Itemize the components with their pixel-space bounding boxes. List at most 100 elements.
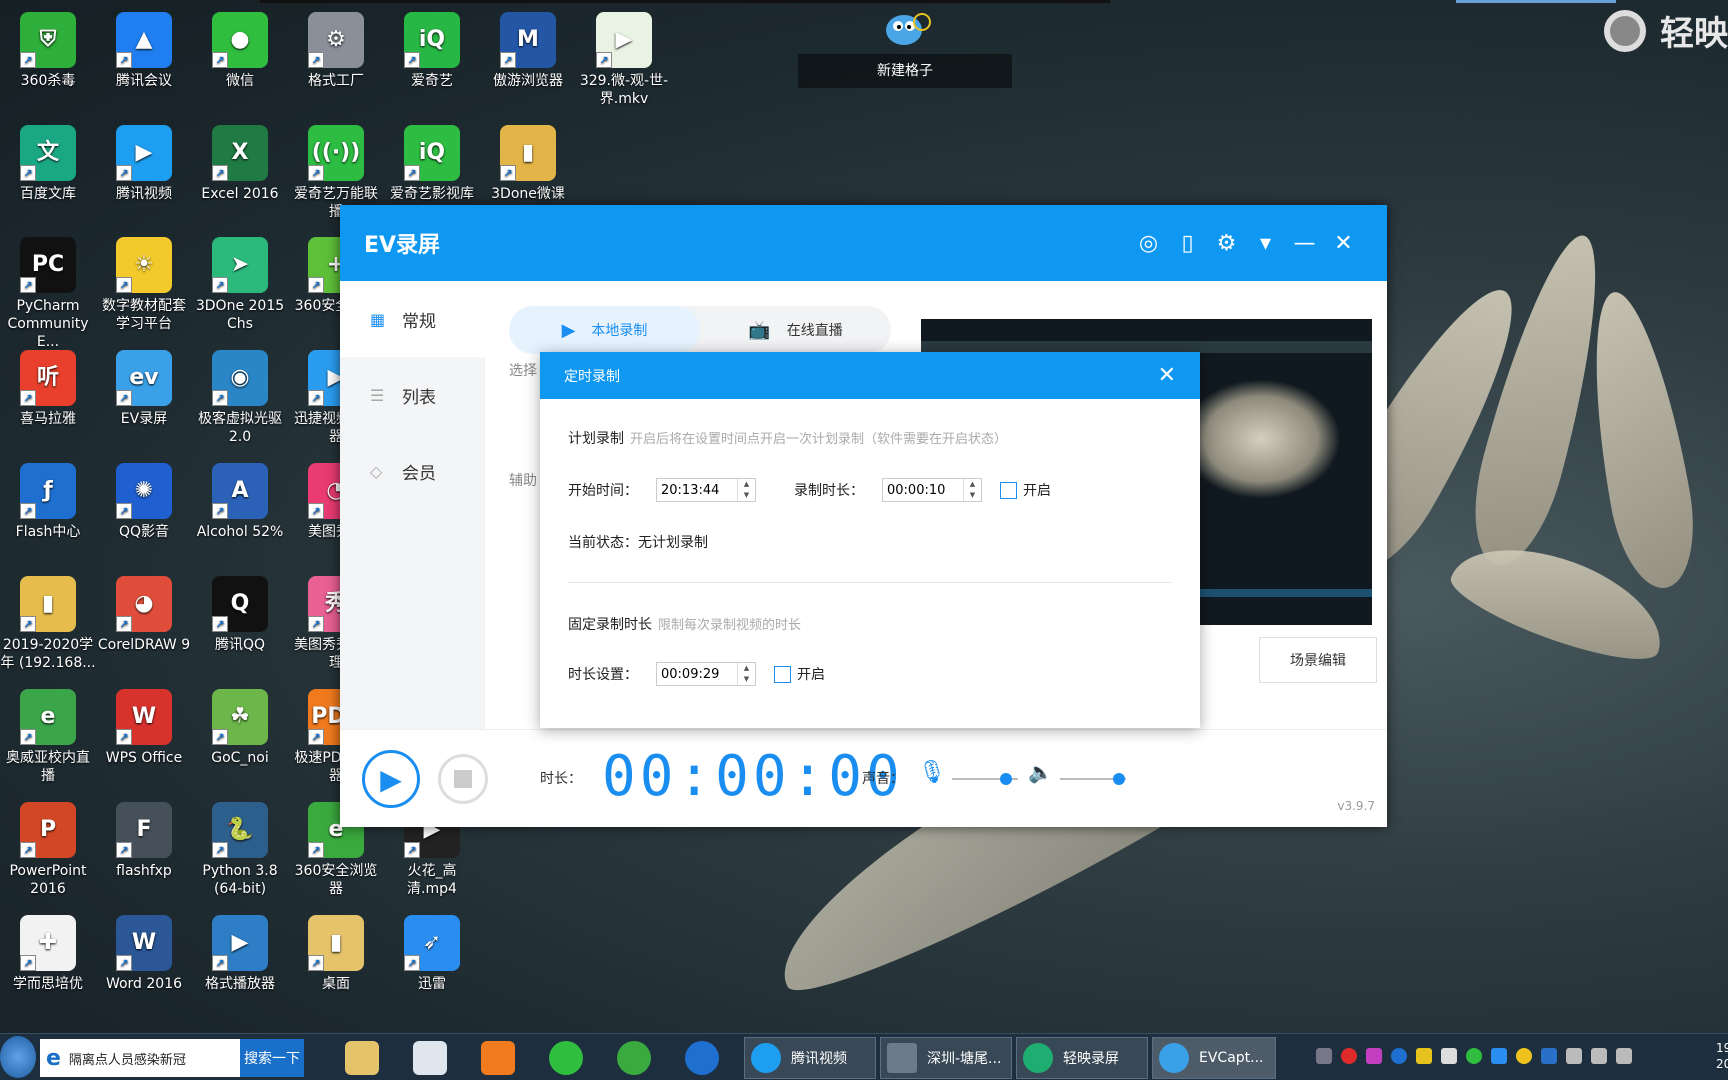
speaker-volume-knob[interactable] <box>1113 773 1126 785</box>
desktop-icon[interactable]: ▶ ↗ 腾讯视频 <box>96 125 192 203</box>
start-time-stepper[interactable]: ▲▼ <box>656 478 756 502</box>
start-button[interactable] <box>0 1036 36 1078</box>
flash-tray-icon[interactable] <box>1391 1048 1407 1064</box>
fixed-enable-checkbox[interactable]: 开启 <box>774 664 825 684</box>
taskbar-search-box[interactable]: e 隔离点人员感染新冠 <box>40 1039 240 1077</box>
desktop-icon[interactable]: iQ ↗ 爱奇艺影视库 <box>384 125 480 203</box>
desktop-icon[interactable]: F ↗ flashfxp <box>96 802 192 880</box>
search-button[interactable]: 搜索一下 <box>240 1039 304 1077</box>
taskbar-app-tencent-video[interactable]: 腾讯视频 <box>744 1037 876 1079</box>
lock-icon[interactable] <box>1416 1048 1432 1064</box>
tv-icon: 📺 <box>748 319 771 341</box>
media-icon[interactable] <box>1366 1048 1382 1064</box>
dropdown-menu-icon[interactable]: ▾ <box>1246 231 1285 256</box>
shortcut-arrow-icon: ↗ <box>20 503 36 519</box>
desktop-icon[interactable]: ▲ ↗ 腾讯会议 <box>96 12 192 90</box>
mic-volume-slider[interactable] <box>952 773 1018 785</box>
desktop-icon[interactable]: ▮ ↗ 2019-2020学年 (192.168... <box>0 576 96 672</box>
volume-icon[interactable] <box>1616 1048 1632 1064</box>
plus-tray-icon[interactable] <box>1516 1048 1532 1064</box>
desktop-icon[interactable]: P ↗ PowerPoint 2016 <box>0 802 96 898</box>
phone-icon[interactable]: ▯ <box>1168 231 1207 256</box>
stepper-arrows[interactable]: ▲ ▼ <box>963 479 981 501</box>
desktop-icon[interactable]: Q ↗ 腾讯QQ <box>192 576 288 654</box>
desktop-icon[interactable]: ▶ ↗ 格式播放器 <box>192 915 288 993</box>
stepper-arrows[interactable]: ▲ ▼ <box>737 479 755 501</box>
speaker-tray-icon[interactable] <box>1566 1048 1582 1064</box>
fixed-duration-stepper[interactable]: ▲▼ <box>656 662 756 686</box>
tab-live-stream[interactable]: 📺 在线直播 <box>700 306 891 354</box>
settings-icon[interactable]: ⚙ <box>1207 231 1246 256</box>
record-duration-input[interactable] <box>887 482 963 498</box>
checkbox-box[interactable] <box>774 665 791 683</box>
desktop-icon[interactable]: ➤ ↗ 3DOne 2015 Chs <box>192 237 288 333</box>
plan-enable-checkbox[interactable]: 开启 <box>1000 480 1051 500</box>
gear-tray-icon[interactable] <box>1441 1048 1457 1064</box>
dialog-close-icon[interactable]: ✕ <box>1158 363 1176 388</box>
sidebar-item-general[interactable]: ▦ 常规 <box>340 281 485 357</box>
desktop-icon[interactable]: ▶ ↗ 329.微-观-世-界.mkv <box>576 12 672 108</box>
microphone-icon[interactable]: 🎙 <box>918 760 946 785</box>
fixed-duration-input[interactable] <box>661 666 737 682</box>
stepper-arrows[interactable]: ▲ ▼ <box>737 663 755 685</box>
desktop-icon[interactable]: W ↗ WPS Office <box>96 689 192 767</box>
taskbar-app-shenzhen[interactable]: 深圳-塘尾... <box>880 1037 1012 1079</box>
desktop-icon[interactable]: W ↗ Word 2016 <box>96 915 192 993</box>
desktop-icon-label: 桌面 <box>322 976 350 992</box>
desktop-icon[interactable]: ✚ ↗ 学而思培优 <box>0 915 96 993</box>
taskbar-notepad-icon[interactable] <box>408 1038 452 1078</box>
desktop-icon[interactable]: ▮ ↗ 桌面 <box>288 915 384 993</box>
desktop-icon[interactable]: ➶ ↗ 迅雷 <box>384 915 480 993</box>
desktop-icon[interactable]: A ↗ Alcohol 52% <box>192 463 288 541</box>
desktop-icon[interactable]: ◉ ↗ 极客虚拟光驱 2.0 <box>192 350 288 446</box>
taskbar-wechat-icon[interactable] <box>544 1038 588 1078</box>
sidebar-item-list[interactable]: ☰ 列表 <box>340 357 485 433</box>
desktop-icon[interactable]: 🐍 ↗ Python 3.8 (64-bit) <box>192 802 288 898</box>
close-icon[interactable]: ✕ <box>1324 231 1363 256</box>
record-duration-stepper[interactable]: ▲▼ <box>882 478 982 502</box>
desktop-icon[interactable]: X ↗ Excel 2016 <box>192 125 288 203</box>
taskbar-app-evcapture[interactable]: EVCapt... <box>1152 1037 1276 1079</box>
desktop-icon[interactable]: ⛨ ↗ 360杀毒 <box>0 12 96 90</box>
checkbox-box[interactable] <box>1000 481 1017 499</box>
start-time-input[interactable] <box>661 482 737 498</box>
desktop-icon[interactable]: ☘ ↗ GoC_noi <box>192 689 288 767</box>
sidebar-item-member[interactable]: ◇ 会员 <box>340 433 485 509</box>
desktop-icon[interactable]: 听 ↗ 喜马拉雅 <box>0 350 96 428</box>
wechat-tray-icon[interactable] <box>1466 1048 1482 1064</box>
desktop-icon[interactable]: ◕ ↗ CorelDRAW 9 <box>96 576 192 654</box>
bluetooth-icon[interactable] <box>1491 1048 1507 1064</box>
desktop-icon[interactable]: ⚙ ↗ 格式工厂 <box>288 12 384 90</box>
taskbar-folder-icon[interactable] <box>340 1038 384 1078</box>
desktop-icon[interactable]: ▮ ↗ 3Done微课 <box>480 125 576 203</box>
tab-local-record[interactable]: ▶ 本地录制 <box>509 306 700 354</box>
speaker-icon[interactable]: 🔈 <box>1028 760 1053 784</box>
taskbar-app-qingying[interactable]: 轻映录屏 <box>1016 1037 1148 1079</box>
taskbar-flash-icon[interactable] <box>680 1038 724 1078</box>
minimize-icon[interactable]: — <box>1285 231 1324 256</box>
network-icon[interactable] <box>1591 1048 1607 1064</box>
start-record-button[interactable]: ▶ <box>362 750 420 808</box>
taskbar-clock[interactable]: 19 20 <box>1716 1040 1728 1072</box>
desktop-icon[interactable]: ƒ ↗ Flash中心 <box>0 463 96 541</box>
stop-record-button[interactable] <box>438 754 488 804</box>
taskbar-pdf-icon[interactable] <box>476 1038 520 1078</box>
desktop-app-xinjiangezi[interactable]: 新建格子 <box>798 0 1012 88</box>
desktop-icon[interactable]: ☀ ↗ 数字教材配套学习平台 <box>96 237 192 333</box>
desktop-icon[interactable]: ev ↗ EV录屏 <box>96 350 192 428</box>
desktop-icon[interactable]: PC ↗ PyCharm Community E... <box>0 237 96 351</box>
desktop-icon[interactable]: ● ↗ 微信 <box>192 12 288 90</box>
scene-edit-button[interactable]: 场景编辑 <box>1259 637 1377 683</box>
speaker-volume-slider[interactable] <box>1060 773 1126 785</box>
desktop-icon[interactable]: 文 ↗ 百度文库 <box>0 125 96 203</box>
record-indicator-icon[interactable] <box>1341 1048 1357 1064</box>
taskbar-360-browser-icon[interactable] <box>612 1038 656 1078</box>
desktop-icon[interactable]: e ↗ 奥威亚校内直播 <box>0 689 96 785</box>
mic-volume-knob[interactable] <box>1000 773 1013 785</box>
keyboard-icon[interactable] <box>1316 1048 1332 1064</box>
desktop-icon[interactable]: iQ ↗ 爱奇艺 <box>384 12 480 90</box>
desktop-icon[interactable]: ✺ ↗ QQ影音 <box>96 463 192 541</box>
user-icon[interactable]: ◎ <box>1129 231 1168 256</box>
tray-app-icon[interactable] <box>1541 1048 1557 1064</box>
desktop-icon[interactable]: M ↗ 傲游浏览器 <box>480 12 576 90</box>
